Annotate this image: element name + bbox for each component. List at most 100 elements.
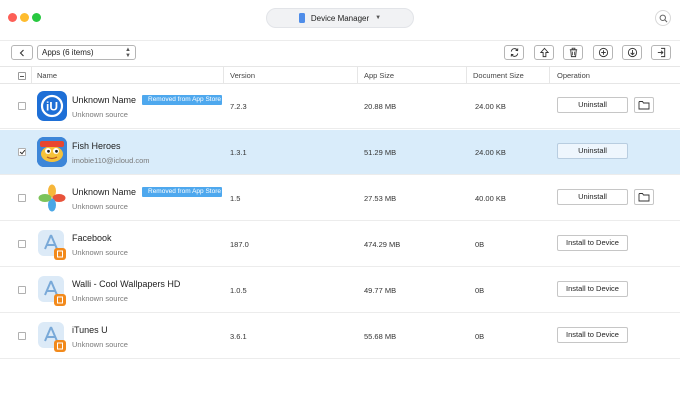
document-size: 24.00 KB xyxy=(475,102,506,111)
iu-app-icon: iU xyxy=(37,91,67,121)
zoom-window-button[interactable] xyxy=(32,13,41,22)
removed-from-app-store-badge: Removed from App Store xyxy=(142,95,222,105)
updown-chevron-icon: ▲ ▼ xyxy=(125,46,131,59)
app-size: 474.29 MB xyxy=(364,240,401,249)
column-header-operation: Operation xyxy=(557,71,590,80)
app-version: 3.6.1 xyxy=(230,332,247,341)
table-row[interactable]: Walli - Cool Wallpapers HD Unknown sourc… xyxy=(0,268,680,313)
search-button[interactable] xyxy=(655,10,671,26)
uninstall-button[interactable]: Uninstall xyxy=(557,143,628,159)
device-selector[interactable]: Device Manager ▼ xyxy=(266,8,414,28)
device-selector-label: Device Manager xyxy=(310,13,370,23)
chevron-down-icon: ▼ xyxy=(375,15,382,21)
minimize-window-button[interactable] xyxy=(20,13,29,22)
install-to-device-button[interactable]: Install to Device xyxy=(557,235,628,251)
app-name: Facebook xyxy=(72,233,112,243)
export-button[interactable] xyxy=(651,45,671,60)
uninstall-button[interactable]: Uninstall xyxy=(557,189,628,205)
column-divider xyxy=(549,67,550,85)
document-size: 40.00 KB xyxy=(475,194,506,203)
toolbar: Apps (6 items) ▲ ▼ xyxy=(0,40,680,64)
row-checkbox[interactable] xyxy=(18,286,26,294)
app-size: 27.53 MB xyxy=(364,194,397,203)
column-header-document-size[interactable]: Document Size xyxy=(473,67,524,85)
refresh-icon xyxy=(510,48,518,57)
app-version: 1.0.5 xyxy=(230,286,247,295)
row-checkbox[interactable] xyxy=(18,194,26,202)
app-name: iTunes U xyxy=(72,325,108,335)
app-source: Unknown source xyxy=(72,340,128,349)
svg-text:iU: iU xyxy=(46,100,58,114)
install-to-device-button[interactable]: Install to Device xyxy=(557,327,628,343)
app-version: 7.2.3 xyxy=(230,102,247,111)
title-bar: Device Manager ▼ xyxy=(0,0,680,36)
table-row[interactable]: Unknown Name Removed from App Store Unkn… xyxy=(0,176,680,221)
table-row[interactable]: Fish Heroes imobie110@icloud.com 1.3.1 5… xyxy=(0,130,680,175)
app-source: Unknown source xyxy=(72,248,128,257)
app-source: Unknown source xyxy=(72,294,128,303)
document-size: 24.00 KB xyxy=(475,148,506,157)
column-header-version[interactable]: Version xyxy=(230,67,255,85)
phone-icon xyxy=(298,13,305,23)
app-store-placeholder-icon xyxy=(37,321,67,352)
refresh-button[interactable] xyxy=(504,45,524,60)
app-source: Unknown source xyxy=(72,202,128,211)
app-version: 1.3.1 xyxy=(230,148,247,157)
add-button[interactable] xyxy=(593,45,613,60)
app-name: Unknown Name xyxy=(72,95,137,105)
close-window-button[interactable] xyxy=(8,13,17,22)
upload-button[interactable] xyxy=(534,45,554,60)
table-row[interactable]: Facebook Unknown source 187.0 474.29 MB … xyxy=(0,222,680,267)
table-row[interactable]: iTunes U Unknown source 3.6.1 55.68 MB 0… xyxy=(0,314,680,359)
app-size: 51.29 MB xyxy=(364,148,397,157)
app-name: Unknown Name xyxy=(72,187,137,197)
folder-icon xyxy=(638,193,650,202)
row-checkbox[interactable] xyxy=(18,332,26,340)
uninstall-button[interactable]: Uninstall xyxy=(557,97,628,113)
app-size: 20.88 MB xyxy=(364,102,397,111)
app-name: Fish Heroes xyxy=(72,141,121,151)
app-version: 187.0 xyxy=(230,240,249,249)
select-all-checkbox[interactable] xyxy=(18,72,26,80)
row-checkbox[interactable] xyxy=(18,240,26,248)
app-store-placeholder-icon xyxy=(37,275,67,306)
fish-heroes-app-icon xyxy=(37,137,67,167)
row-checkbox[interactable] xyxy=(18,148,26,156)
column-divider xyxy=(223,67,224,85)
back-icon xyxy=(19,49,24,56)
delete-button[interactable] xyxy=(563,45,583,60)
upload-icon xyxy=(539,47,549,58)
search-icon xyxy=(659,14,667,22)
app-version: 1.5 xyxy=(230,194,241,203)
table-header: Name Version App Size Document Size Oper… xyxy=(0,66,680,85)
category-select[interactable]: Apps (6 items) ▲ ▼ xyxy=(37,45,136,60)
app-name: Walli - Cool Wallpapers HD xyxy=(72,279,181,289)
table-row[interactable]: iU Unknown Name Removed from App Store U… xyxy=(0,84,680,129)
open-folder-button[interactable] xyxy=(634,97,654,113)
app-size: 49.77 MB xyxy=(364,286,397,295)
app-account: imobie110@icloud.com xyxy=(72,156,150,165)
category-select-label: Apps (6 items) xyxy=(42,48,94,57)
back-button[interactable] xyxy=(11,45,33,60)
open-folder-button[interactable] xyxy=(634,189,654,205)
app-source: Unknown source xyxy=(72,110,128,119)
install-to-device-button[interactable]: Install to Device xyxy=(557,281,628,297)
trash-icon xyxy=(569,47,577,58)
folder-icon xyxy=(638,101,650,110)
row-checkbox[interactable] xyxy=(18,102,26,110)
download-button[interactable] xyxy=(622,45,642,60)
app-store-placeholder-icon xyxy=(37,229,67,260)
document-size: 0B xyxy=(475,240,485,249)
export-icon xyxy=(657,47,665,58)
document-size: 0B xyxy=(475,286,485,295)
column-divider xyxy=(357,67,358,85)
pinwheel-app-icon xyxy=(37,183,67,213)
column-divider xyxy=(31,67,32,85)
app-size: 55.68 MB xyxy=(364,332,397,341)
column-header-name[interactable]: Name xyxy=(37,67,57,85)
document-size: 0B xyxy=(475,332,485,341)
column-divider xyxy=(466,67,467,85)
removed-from-app-store-badge: Removed from App Store xyxy=(142,187,222,197)
column-header-app-size[interactable]: App Size xyxy=(364,67,394,85)
add-icon xyxy=(598,47,608,58)
